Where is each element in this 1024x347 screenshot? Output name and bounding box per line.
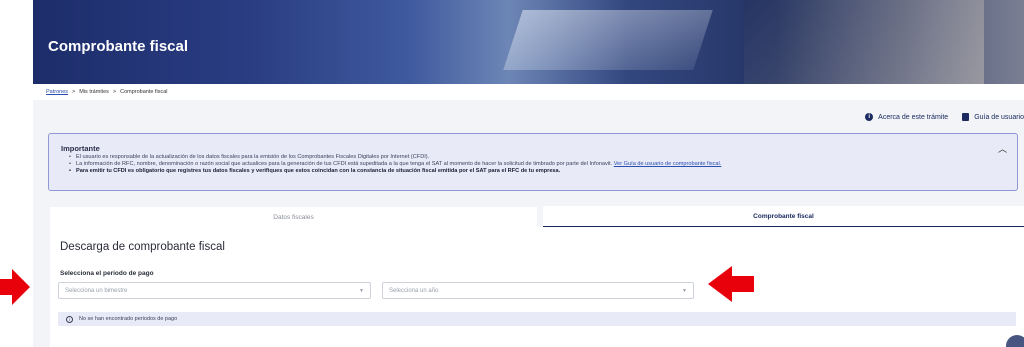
- user-guide-link[interactable]: Guía de usuario: [962, 113, 1024, 121]
- anio-select[interactable]: Selecciona un año ▼: [382, 282, 694, 299]
- page: Comprobante fiscal Patrones > Mis trámit…: [0, 0, 1024, 347]
- user-guide-label: Guía de usuario: [974, 113, 1024, 121]
- bimestre-select[interactable]: Selecciona un bimestre ▼: [58, 282, 371, 299]
- download-card: Descarga de comprobante fiscal Seleccion…: [50, 227, 1024, 347]
- card-title: Descarga de comprobante fiscal: [60, 241, 225, 253]
- breadcrumb-mis-tramites[interactable]: Mis trámites: [79, 89, 109, 95]
- notice-item: La información de RFC, nombre, denominac…: [69, 161, 999, 168]
- notice-title: Importante: [61, 144, 100, 153]
- notice-item: Para emitir tu CFDI es obligatorio que r…: [69, 168, 999, 175]
- hero-banner: Comprobante fiscal: [33, 0, 1024, 84]
- no-periods-message: i No se han encontrado periodos de pago: [58, 312, 1016, 326]
- help-fab[interactable]: [1006, 335, 1024, 347]
- tab-datos-fiscales[interactable]: Datos fiscales: [50, 207, 537, 227]
- chevron-down-icon: ▼: [359, 288, 364, 294]
- info-outline-icon: i: [66, 315, 73, 323]
- red-arrow-left-icon: [708, 266, 754, 302]
- bimestre-placeholder: Selecciona un bimestre: [65, 287, 128, 294]
- no-periods-text: No se han encontrado periodos de pago: [79, 316, 178, 322]
- tab-comprobante-fiscal[interactable]: Comprobante fiscal: [543, 206, 1024, 228]
- user-guide-inline-link[interactable]: Ver Guía de usuario de comprobante fisca…: [614, 161, 722, 167]
- book-icon: [962, 113, 970, 121]
- chevron-up-icon[interactable]: ︿: [998, 142, 1007, 155]
- notice-item: El usuario es responsable de la actualiz…: [69, 154, 999, 161]
- breadcrumb-patrones[interactable]: Patrones: [46, 89, 68, 95]
- top-links: i Acerca de este trámite Guía de usuario: [865, 113, 1024, 121]
- breadcrumb-separator: >: [72, 89, 76, 95]
- about-procedure-link[interactable]: i Acerca de este trámite: [865, 113, 948, 121]
- payment-period-label: Selecciona el periodo de pago: [60, 270, 154, 277]
- red-arrow-right-icon: [0, 269, 30, 305]
- about-procedure-label: Acerca de este trámite: [878, 113, 949, 121]
- chevron-down-icon: ▼: [682, 288, 687, 294]
- page-title: Comprobante fiscal: [48, 38, 189, 55]
- breadcrumb-current: Comprobante fiscal: [120, 89, 168, 95]
- notice-list: El usuario es responsable de la actualiz…: [69, 154, 999, 175]
- breadcrumb: Patrones > Mis trámites > Comprobante fi…: [46, 89, 167, 95]
- important-notice: Importante ︿ El usuario es responsable d…: [48, 133, 1018, 191]
- info-icon: i: [865, 113, 874, 121]
- breadcrumb-bar: [33, 84, 1024, 100]
- anio-placeholder: Selecciona un año: [389, 287, 439, 294]
- breadcrumb-separator: >: [112, 89, 117, 95]
